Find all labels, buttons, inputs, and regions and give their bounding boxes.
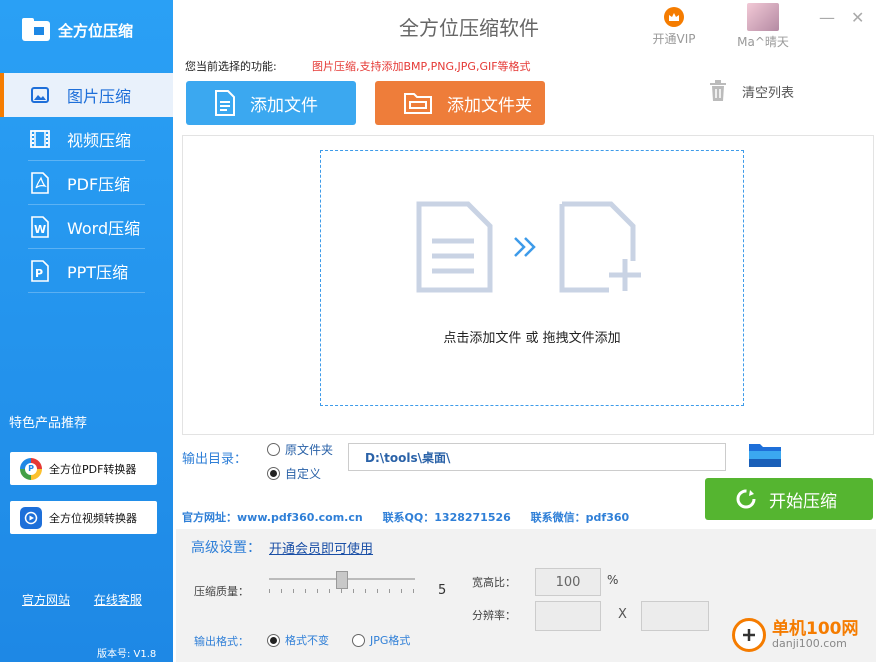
- sidebar-item-label: PPT压缩: [67, 263, 129, 282]
- folder-logo-icon: [22, 18, 50, 42]
- titlebar: 全方位压缩软件 开通VIP Ma^晴天 — ✕: [173, 0, 882, 54]
- watermark: 单机100网 danji100.com: [732, 618, 859, 652]
- add-file-icon: [559, 201, 641, 293]
- resolution-height-input[interactable]: [641, 601, 709, 631]
- image-icon: [30, 84, 50, 106]
- quality-slider-ticks: [269, 589, 415, 593]
- vip-label: 开通VIP: [652, 32, 696, 46]
- logo-text: 全方位压缩: [58, 21, 134, 40]
- sidebar-links: 官方网站 在线客服: [22, 591, 162, 608]
- user-profile[interactable]: Ma^晴天: [733, 3, 793, 50]
- sidebar-item-label: 视频压缩: [67, 131, 132, 150]
- double-arrow-icon: [514, 237, 536, 257]
- trash-icon: [708, 80, 728, 102]
- app-logo: 全方位压缩: [22, 18, 133, 42]
- output-path-input[interactable]: D:\tools\桌面\: [348, 443, 726, 471]
- svg-text:P: P: [35, 267, 43, 280]
- sidebar-item-pdf[interactable]: PDF压缩: [0, 161, 173, 205]
- resolution-width-input[interactable]: [535, 601, 601, 631]
- sidebar-nav: 图片压缩 视频压缩 PDF压缩 W Word压缩 P PPT压缩: [0, 73, 173, 293]
- promo-label: 全方位视频转换器: [49, 511, 137, 525]
- quality-label: 压缩质量：: [194, 585, 249, 598]
- advanced-title: 高级设置：: [191, 540, 261, 556]
- video-converter-icon: [20, 506, 42, 529]
- resolution-separator: X: [618, 607, 627, 622]
- radio-icon: [267, 443, 280, 456]
- add-folder-button[interactable]: 添加文件夹: [375, 81, 545, 125]
- refresh-icon: [735, 488, 757, 510]
- aspect-label: 宽高比：: [472, 576, 516, 589]
- drop-hint: 点击添加文件 或 拖拽文件添加: [443, 331, 621, 346]
- contact-website: 官方网址：www.pdf360.com.cn: [182, 511, 363, 524]
- svg-text:W: W: [34, 223, 46, 236]
- film-icon: [30, 128, 50, 150]
- sidebar-item-image[interactable]: 图片压缩: [0, 73, 173, 117]
- promo-label: 全方位PDF转换器: [49, 462, 137, 476]
- pdf-converter-icon: P: [20, 457, 42, 480]
- output-option-custom[interactable]: 自定义: [267, 465, 321, 483]
- format-label: 输出格式：: [194, 635, 249, 648]
- vip-button[interactable]: 开通VIP: [648, 7, 700, 47]
- contact-info: 官方网址：www.pdf360.com.cn 联系QQ：1328271526 联…: [182, 509, 645, 525]
- pdf-icon: [30, 172, 50, 194]
- option-label: 原文件夹: [285, 443, 334, 457]
- add-file-button[interactable]: 添加文件: [186, 81, 356, 125]
- feature-title: 特色产品推荐: [9, 416, 88, 431]
- option-label: 格式不变: [285, 634, 329, 647]
- clear-list-button[interactable]: 清空列表: [708, 80, 794, 102]
- sidebar-item-video[interactable]: 视频压缩: [0, 117, 173, 161]
- document-icon: [214, 90, 236, 116]
- contact-wechat: 联系微信：pdf360: [530, 511, 630, 524]
- drop-zone[interactable]: 点击添加文件 或 拖拽文件添加: [320, 150, 744, 406]
- watermark-url: danji100.com: [772, 637, 847, 651]
- word-icon: W: [30, 216, 50, 238]
- sidebar-item-ppt[interactable]: P PPT压缩: [0, 249, 173, 293]
- quality-slider-thumb[interactable]: [336, 571, 348, 589]
- promo-pdf-converter[interactable]: P 全方位PDF转换器: [10, 452, 157, 485]
- format-option-jpg[interactable]: JPG格式: [352, 632, 410, 650]
- option-label: JPG格式: [370, 634, 411, 647]
- support-link[interactable]: 在线客服: [94, 593, 142, 607]
- start-label: 开始压缩: [769, 491, 837, 512]
- output-option-original[interactable]: 原文件夹: [267, 441, 333, 459]
- function-value: 图片压缩,支持添加BMP,PNG,JPG,GIF等格式: [312, 60, 531, 73]
- watermark-logo-icon: [732, 618, 766, 652]
- crown-icon: [664, 7, 684, 27]
- radio-icon: [352, 633, 365, 647]
- file-icon: [416, 201, 493, 293]
- output-dir-label: 输出目录：: [182, 452, 248, 467]
- username: Ma^晴天: [737, 35, 789, 49]
- start-compress-button[interactable]: 开始压缩: [705, 478, 873, 520]
- add-folder-label: 添加文件夹: [447, 95, 532, 116]
- browse-folder-icon[interactable]: [748, 441, 782, 472]
- contact-qq: 联系QQ：1328271526: [382, 511, 511, 524]
- ppt-icon: P: [30, 260, 50, 282]
- app-title: 全方位压缩软件: [399, 16, 539, 40]
- vip-upgrade-link[interactable]: 开通会员即可使用: [269, 538, 373, 557]
- function-label: 您当前选择的功能:: [185, 60, 277, 73]
- quality-value: 5: [438, 583, 447, 598]
- close-icon[interactable]: ✕: [851, 8, 864, 27]
- version-label: 版本号: V1.8: [97, 649, 157, 660]
- folder-icon: [403, 91, 433, 115]
- promo-video-converter[interactable]: 全方位视频转换器: [10, 501, 157, 534]
- clear-list-label: 清空列表: [742, 85, 795, 101]
- sidebar-item-label: PDF压缩: [67, 175, 131, 194]
- radio-checked-icon: [267, 633, 280, 647]
- minimize-icon[interactable]: —: [819, 8, 835, 27]
- sidebar-item-word[interactable]: W Word压缩: [0, 205, 173, 249]
- sidebar: 全方位压缩 图片压缩 视频压缩 PDF压缩 W Word压缩 P PPT压缩 特…: [0, 0, 173, 662]
- watermark-title: 单机100网: [772, 618, 859, 639]
- website-link[interactable]: 官方网站: [22, 593, 70, 607]
- add-file-label: 添加文件: [250, 95, 318, 116]
- sidebar-item-label: 图片压缩: [67, 87, 132, 106]
- aspect-unit: %: [607, 573, 619, 587]
- avatar: [747, 3, 779, 31]
- aspect-input[interactable]: 100: [535, 568, 601, 596]
- option-label: 自定义: [285, 467, 322, 481]
- sidebar-item-label: Word压缩: [67, 219, 141, 238]
- radio-checked-icon: [267, 467, 280, 480]
- resolution-label: 分辨率：: [472, 609, 516, 622]
- format-option-keep[interactable]: 格式不变: [267, 632, 329, 650]
